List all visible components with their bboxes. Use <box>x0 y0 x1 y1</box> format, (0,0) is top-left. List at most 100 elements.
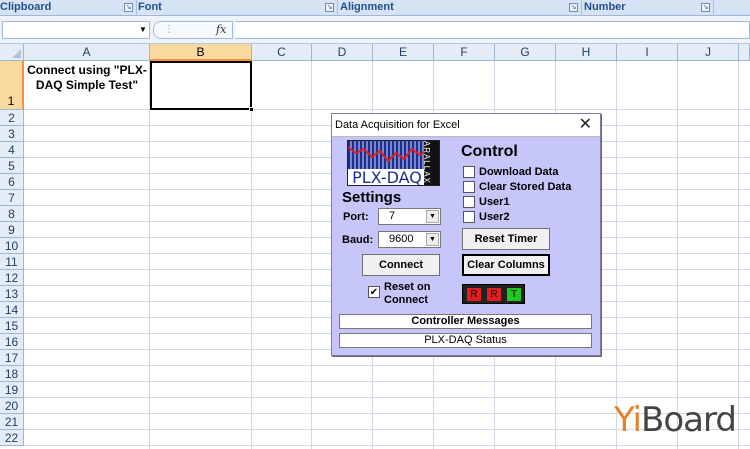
logo-graph-icon <box>348 141 426 169</box>
grid-line <box>24 397 750 398</box>
fill-handle[interactable] <box>249 107 254 112</box>
row-header-1[interactable]: 1 <box>0 61 24 110</box>
baud-label: Baud: <box>342 234 374 246</box>
grid-line <box>251 61 252 449</box>
formula-bar: ▼ ⋮ fx <box>0 16 750 44</box>
ribbon-group-number: Number ↘ <box>584 0 714 16</box>
grid-line <box>24 365 750 366</box>
user2-label: User2 <box>479 211 510 223</box>
plx-daq-logo: PLX-DAQ PARALLAX <box>347 140 440 186</box>
ribbon-group-clipboard: Clipboard ↘ <box>0 0 137 16</box>
reset-on-connect-label: Reset on Connect <box>384 281 431 306</box>
watermark-part2: Board <box>641 400 737 440</box>
grid-line <box>311 61 312 449</box>
row-header-17[interactable]: 17 <box>0 350 24 366</box>
column-header-i[interactable]: I <box>617 44 678 61</box>
ribbon-group-font: Font ↘ <box>138 0 338 16</box>
ribbon-group-label: Font <box>138 1 162 13</box>
cell-a1[interactable]: Connect using "PLX-DAQ Simple Test" <box>24 61 150 110</box>
column-header-partial[interactable] <box>739 44 750 61</box>
led-tx-indicator: T <box>507 288 521 301</box>
chevron-down-icon[interactable]: ▼ <box>139 26 147 34</box>
row-header-19[interactable]: 19 <box>0 382 24 398</box>
column-header-j[interactable]: J <box>678 44 739 61</box>
dialog-launcher-icon[interactable]: ↘ <box>701 3 710 12</box>
row-header-6[interactable]: 6 <box>0 174 24 190</box>
connect-button[interactable]: Connect <box>362 254 440 276</box>
port-select[interactable]: 7 ▼ <box>378 208 441 225</box>
row-header-14[interactable]: 14 <box>0 302 24 318</box>
select-all-icon <box>12 49 21 58</box>
dialog-launcher-icon[interactable]: ↘ <box>325 3 334 12</box>
logo-side-text: PARALLAX <box>422 140 432 184</box>
name-box[interactable]: ▼ <box>2 21 150 39</box>
row-header-21[interactable]: 21 <box>0 414 24 430</box>
row-header-3[interactable]: 3 <box>0 126 24 142</box>
baud-value: 9600 <box>389 233 414 245</box>
baud-select[interactable]: 9600 ▼ <box>378 231 441 248</box>
chevron-down-icon[interactable]: ▼ <box>426 233 439 246</box>
plx-daq-status-box: PLX-DAQ Status <box>339 333 592 348</box>
dialog-launcher-icon[interactable]: ↘ <box>124 3 133 12</box>
dialog-launcher-icon[interactable]: ↘ <box>569 3 578 12</box>
row-header-15[interactable]: 15 <box>0 318 24 334</box>
chevron-down-icon[interactable]: ▼ <box>426 210 439 223</box>
row-header-7[interactable]: 7 <box>0 190 24 206</box>
column-header-c[interactable]: C <box>252 44 312 61</box>
row-header-20[interactable]: 20 <box>0 398 24 414</box>
column-header-h[interactable]: H <box>556 44 617 61</box>
active-cell-b1[interactable] <box>150 61 254 112</box>
ribbon-group-label: Alignment <box>340 1 394 13</box>
grid-line <box>24 445 750 446</box>
reset-timer-button[interactable]: Reset Timer <box>462 228 550 250</box>
reset-on-connect-checkbox[interactable]: ✔ <box>368 286 380 298</box>
column-header-e[interactable]: E <box>373 44 434 61</box>
row-header-2[interactable]: 2 <box>0 110 24 126</box>
user1-checkbox[interactable] <box>463 196 475 208</box>
column-header-b[interactable]: B <box>150 44 252 61</box>
row-header-5[interactable]: 5 <box>0 158 24 174</box>
row-header-11[interactable]: 11 <box>0 254 24 270</box>
column-header-a[interactable]: A <box>24 44 150 61</box>
user2-checkbox[interactable] <box>463 211 475 223</box>
row-number: 1 <box>7 94 15 108</box>
column-header-d[interactable]: D <box>312 44 373 61</box>
grid-line <box>616 61 617 449</box>
column-header-g[interactable]: G <box>495 44 556 61</box>
grid-line <box>149 61 150 449</box>
port-value: 7 <box>389 210 396 222</box>
formula-input[interactable] <box>235 21 750 39</box>
led-r-indicator: R <box>487 288 501 301</box>
grid-line <box>677 61 678 449</box>
resize-grip-icon[interactable]: ⋮ <box>164 24 174 35</box>
row-header-12[interactable]: 12 <box>0 270 24 286</box>
clear-columns-button[interactable]: Clear Columns <box>462 254 550 276</box>
row-header-22[interactable]: 22 <box>0 430 24 446</box>
control-header: Control <box>461 143 518 160</box>
ribbon-group-label: Clipboard <box>0 1 52 13</box>
clear-stored-data-checkbox[interactable] <box>463 181 475 193</box>
row-header-8[interactable]: 8 <box>0 206 24 222</box>
row-header-4[interactable]: 4 <box>0 142 24 158</box>
watermark-part1: Yi <box>614 400 642 440</box>
select-all-button[interactable] <box>0 44 24 61</box>
status-leds: R R T <box>462 284 525 304</box>
download-data-checkbox[interactable] <box>463 166 475 178</box>
dialog-title: Data Acquisition for Excel <box>335 119 460 131</box>
user1-label: User1 <box>479 196 510 208</box>
row-header-16[interactable]: 16 <box>0 334 24 350</box>
controller-messages-box: Controller Messages <box>339 314 592 329</box>
close-icon[interactable]: ✕ <box>579 116 592 134</box>
grid-line <box>24 381 750 382</box>
dialog-title-bar[interactable]: Data Acquisition for Excel ✕ <box>332 114 600 137</box>
row-header-13[interactable]: 13 <box>0 286 24 302</box>
row-header-10[interactable]: 10 <box>0 238 24 254</box>
column-header-f[interactable]: F <box>434 44 495 61</box>
yiboard-watermark: YiBoard <box>614 400 737 440</box>
led-rx-indicator: R <box>467 288 481 301</box>
logo-text: PLX-DAQ <box>348 169 426 185</box>
row-header-9[interactable]: 9 <box>0 222 24 238</box>
port-label: Port: <box>343 211 369 223</box>
insert-function-button[interactable]: fx <box>216 23 226 36</box>
row-header-18[interactable]: 18 <box>0 366 24 382</box>
